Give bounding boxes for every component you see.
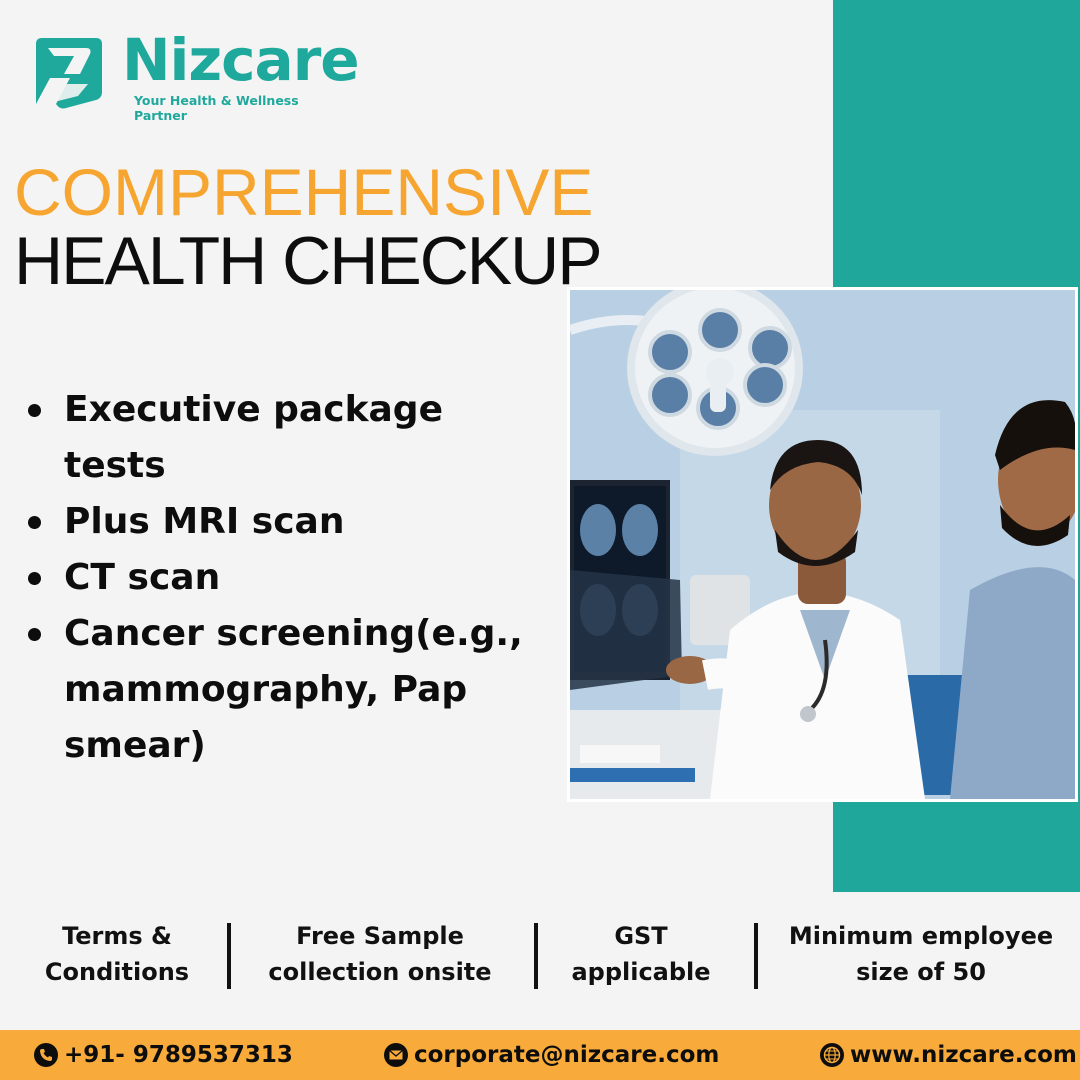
test-list: Executive package tests Plus MRI scan CT… (28, 382, 548, 774)
terms-row: Terms & Conditions Free Sample collectio… (0, 918, 1080, 998)
list-item: Executive package tests (28, 382, 468, 494)
nizcare-logo-icon (36, 38, 102, 109)
list-item: CT scan (28, 550, 548, 606)
list-item: Plus MRI scan (28, 494, 548, 550)
term-gst: GST applicable (556, 918, 726, 990)
term-free-sample: Free Sample collection onsite (250, 918, 510, 990)
email-contact[interactable]: corporate@nizcare.com (384, 1038, 719, 1072)
divider (754, 923, 758, 989)
contact-footer: +91- 9789537313 corporate@nizcare.com ww… (0, 1030, 1080, 1080)
mail-icon (384, 1043, 408, 1067)
term-line: size of 50 (856, 958, 986, 986)
list-item: Cancer screening(e.g., mammography, Pap … (28, 606, 548, 774)
term-line: collection onsite (268, 958, 492, 986)
brand-name: Nizcare (122, 26, 360, 94)
website-url: www.nizcare.com (850, 1042, 1077, 1068)
phone-icon (34, 1043, 58, 1067)
term-line: applicable (571, 958, 711, 986)
term-line: Minimum employee (788, 922, 1054, 950)
brand-logo: Nizcare Your Health & Wellness Partner (30, 26, 360, 123)
divider (534, 923, 538, 989)
email-address: corporate@nizcare.com (414, 1042, 720, 1068)
term-line: Terms & (62, 922, 172, 950)
divider (227, 923, 231, 989)
website-contact[interactable]: www.nizcare.com (820, 1038, 1077, 1072)
phone-contact[interactable]: +91- 9789537313 (34, 1038, 293, 1072)
headline-line-2: HEALTH CHECKUP (14, 223, 603, 299)
phone-number: +91- 9789537313 (64, 1042, 293, 1068)
globe-icon (820, 1043, 844, 1067)
term-conditions: Terms & Conditions (28, 918, 206, 990)
term-line: Free Sample (296, 922, 464, 950)
headline-line-1: COMPREHENSIVE (14, 155, 594, 229)
doctor-illustration (570, 290, 1075, 799)
term-min-employees: Minimum employee size of 50 (776, 918, 1066, 990)
term-line: GST (614, 922, 668, 950)
brand-tagline: Your Health & Wellness Partner (134, 93, 299, 123)
term-line: Conditions (44, 958, 190, 986)
doctor-consultation-photo (567, 287, 1078, 802)
